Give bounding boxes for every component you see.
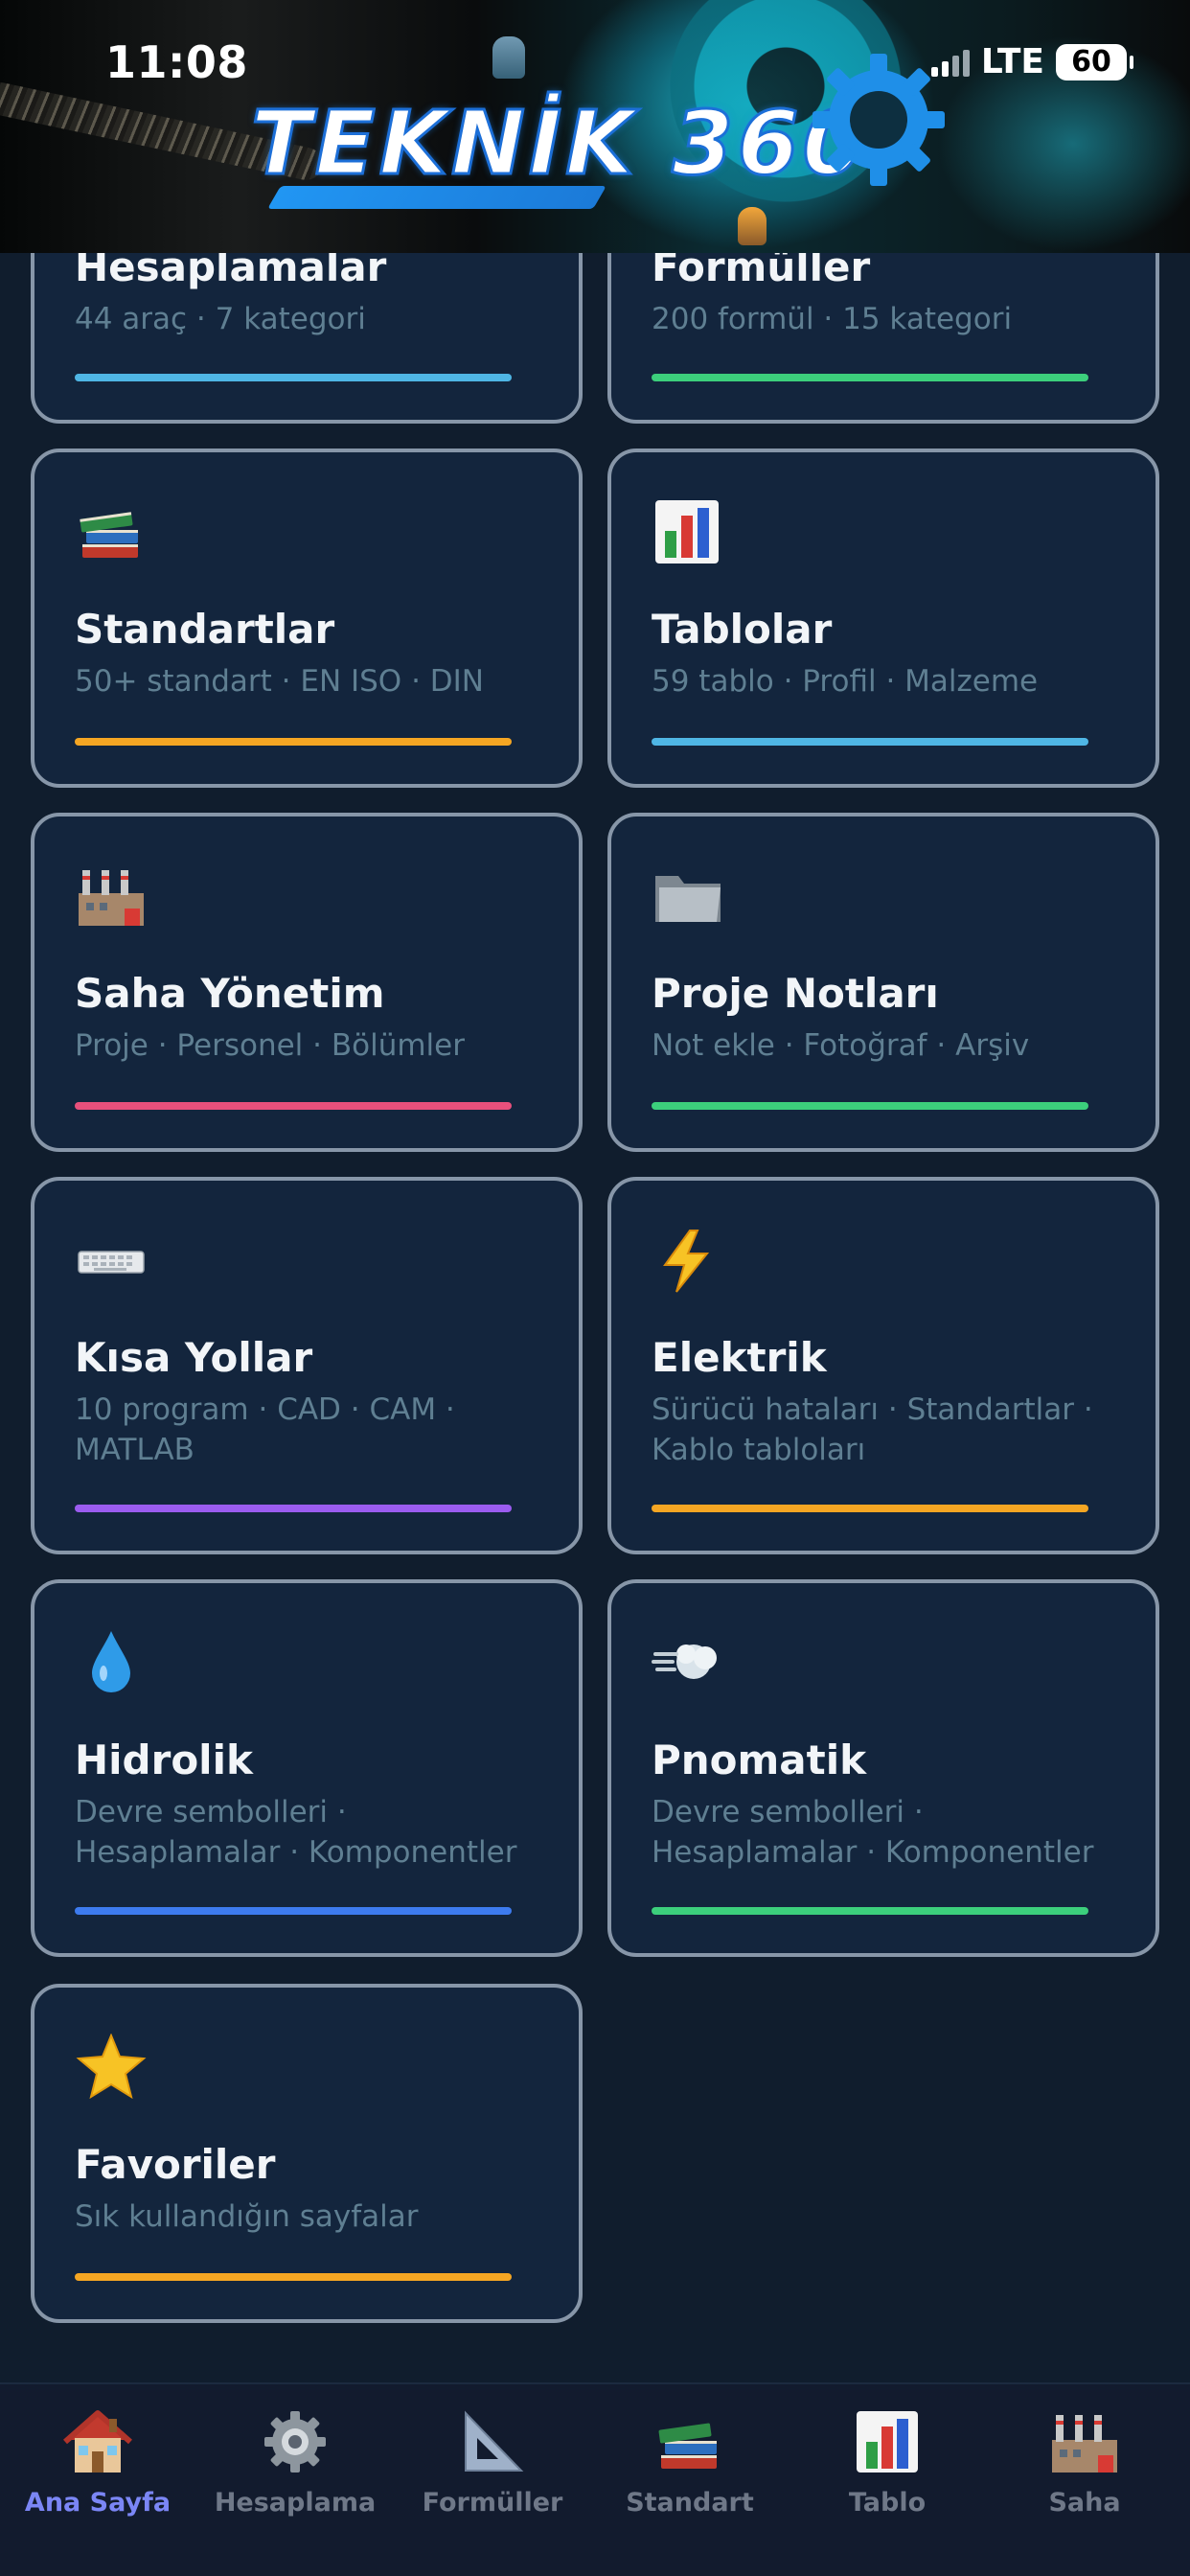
card-title: Kısa Yollar — [75, 1334, 313, 1381]
card-subtitle: 200 formül · 15 kategori — [652, 302, 1013, 336]
lightning-icon — [663, 1230, 710, 1293]
tab-standart[interactable]: Standart — [594, 2405, 786, 2518]
card-title: Hidrolik — [75, 1736, 253, 1783]
card-title: Proje Notları — [652, 970, 939, 1017]
card-accent-bar — [652, 1907, 1088, 1915]
card-subtitle: Sık kullandığın sayfalar — [75, 2199, 419, 2234]
card-subtitle: Sürücü hataları · Standartlar · Kablo ta… — [652, 1392, 1093, 1467]
house-icon — [63, 2410, 132, 2472]
card-title: Standartlar — [75, 606, 335, 653]
card-saha-yonetim[interactable]: Saha Yönetim Proje · Personel · Bölümler — [31, 813, 583, 1152]
header-banner: 11:08 LTE 60 TEKNİK 360 — [0, 0, 1190, 253]
card-subtitle: Not ekle · Fotoğraf · Arşiv — [652, 1028, 1030, 1063]
tab-label: Ana Sayfa — [24, 2488, 172, 2518]
status-indicators: LTE 60 — [930, 42, 1133, 81]
gear-icon — [264, 2411, 326, 2472]
card-title: Tablolar — [652, 606, 833, 653]
card-subtitle: 50+ standart · EN ISO · DIN — [75, 664, 484, 699]
tab-label: Tablo — [848, 2488, 927, 2518]
card-accent-bar — [75, 738, 512, 746]
card-subtitle: 44 araç · 7 kategori — [75, 302, 366, 336]
network-type: LTE — [980, 42, 1044, 81]
card-subtitle: Devre sembolleri · Hesaplamalar · Kompon… — [75, 1795, 517, 1870]
card-title: Saha Yönetim — [75, 970, 385, 1017]
books-icon — [658, 2423, 717, 2469]
card-title: Favoriler — [75, 2141, 276, 2188]
keyboard-icon — [78, 1251, 145, 1274]
factory-icon — [79, 870, 144, 926]
card-accent-bar — [75, 374, 512, 381]
card-elektrik[interactable]: Elektrik Sürücü hataları · Standartlar ·… — [607, 1177, 1159, 1554]
factory-icon — [1052, 2415, 1117, 2472]
tab-label: Formüller — [422, 2488, 563, 2518]
wind-icon — [652, 1644, 717, 1679]
tab-formuller[interactable]: Formüller — [397, 2405, 588, 2518]
tab-label: Hesaplama — [214, 2488, 377, 2518]
card-accent-bar — [652, 1505, 1088, 1512]
tab-label: Standart — [626, 2488, 754, 2518]
logo-gear-icon — [812, 54, 945, 186]
bar-chart-icon — [857, 2411, 918, 2472]
card-accent-bar — [75, 1907, 512, 1915]
bottom-tab-bar: Ana Sayfa Hesaplama Formüller Standart T… — [0, 2382, 1190, 2576]
card-subtitle: 10 program · CAD · CAM · MATLAB — [75, 1392, 455, 1467]
card-subtitle: Devre sembolleri · Hesaplamalar · Kompon… — [652, 1795, 1094, 1870]
books-icon — [80, 512, 138, 558]
card-pnomatik[interactable]: Pnomatik Devre sembolleri · Hesaplamalar… — [607, 1579, 1159, 1957]
card-proje-notlari[interactable]: Proje Notları Not ekle · Fotoğraf · Arşi… — [607, 813, 1159, 1152]
water-drop-icon — [92, 1631, 130, 1692]
tab-label: Saha — [1048, 2488, 1121, 2518]
battery-level: 60 — [1071, 45, 1111, 79]
home-screen: Hesaplamalar 44 araç · 7 kategori Formül… — [0, 0, 1190, 2576]
card-standartlar[interactable]: Standartlar 50+ standart · EN ISO · DIN — [31, 448, 583, 788]
tab-ana-sayfa[interactable]: Ana Sayfa — [2, 2405, 194, 2518]
card-hidrolik[interactable]: Hidrolik Devre sembolleri · Hesaplamalar… — [31, 1579, 583, 1957]
triangle-ruler-icon — [465, 2410, 524, 2472]
card-subtitle: Proje · Personel · Bölümler — [75, 1028, 465, 1063]
card-favoriler[interactable]: Favoriler Sık kullandığın sayfalar — [31, 1984, 583, 2323]
card-accent-bar — [75, 2273, 512, 2281]
star-icon — [76, 2034, 147, 2100]
worker-figure — [492, 36, 525, 79]
card-accent-bar — [75, 1505, 512, 1512]
card-title: Pnomatik — [652, 1736, 867, 1783]
tab-hesaplama[interactable]: Hesaplama — [199, 2405, 391, 2518]
tab-saha[interactable]: Saha — [989, 2405, 1180, 2518]
battery-icon: 60 — [1056, 43, 1133, 80]
card-kisa-yollar[interactable]: Kısa Yollar 10 program · CAD · CAM · MAT… — [31, 1177, 583, 1554]
status-time: 11:08 — [105, 36, 248, 88]
worker-figure — [738, 207, 767, 245]
card-accent-bar — [652, 1102, 1088, 1110]
card-title: Elektrik — [652, 1334, 827, 1381]
card-subtitle: 59 tablo · Profil · Malzeme — [652, 664, 1039, 699]
card-accent-bar — [75, 1102, 512, 1110]
card-accent-bar — [652, 738, 1088, 746]
card-tablolar[interactable]: Tablolar 59 tablo · Profil · Malzeme — [607, 448, 1159, 788]
app-logo: TEKNİK 360 — [249, 91, 868, 196]
tab-tablo[interactable]: Tablo — [791, 2405, 983, 2518]
folder-icon — [655, 876, 721, 922]
bar-chart-icon — [655, 500, 719, 564]
card-accent-bar — [652, 374, 1088, 381]
